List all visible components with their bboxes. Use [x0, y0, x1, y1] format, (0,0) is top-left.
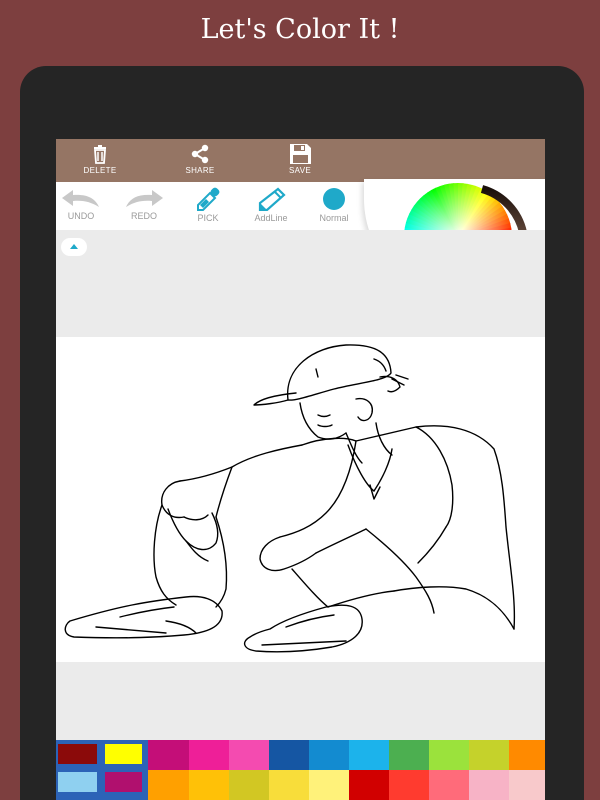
normal-button[interactable]: Normal	[306, 182, 362, 230]
share-button[interactable]: SHARE	[170, 139, 230, 182]
color-swatch[interactable]	[58, 744, 97, 764]
brush-dot-icon	[323, 188, 345, 210]
color-swatch[interactable]	[389, 740, 429, 770]
redo-button[interactable]: REDO	[116, 182, 172, 230]
color-swatch[interactable]	[148, 770, 189, 800]
undo-label: UNDO	[67, 211, 95, 221]
delete-button[interactable]: DELETE	[70, 139, 130, 182]
pencil-icon	[258, 187, 286, 211]
color-swatch[interactable]	[509, 740, 545, 770]
color-swatch[interactable]	[309, 740, 349, 770]
color-swatch[interactable]	[105, 744, 142, 764]
color-swatch[interactable]	[469, 740, 509, 770]
coloring-canvas[interactable]	[56, 337, 545, 662]
workspace-top	[56, 230, 545, 337]
pick-button[interactable]: PICK	[180, 182, 236, 230]
top-action-bar: DELETE SHARE SAVE	[56, 139, 545, 182]
color-swatch[interactable]	[509, 770, 545, 800]
undo-arrow-icon	[62, 190, 99, 207]
page-headline: Let's Color It !	[200, 14, 400, 45]
color-swatch[interactable]	[469, 770, 509, 800]
trash-icon	[94, 145, 106, 164]
redo-arrow-icon	[126, 190, 163, 207]
color-swatch[interactable]	[429, 770, 469, 800]
color-swatch[interactable]	[309, 770, 349, 800]
color-swatch[interactable]	[105, 772, 142, 792]
color-palette	[56, 740, 545, 800]
addline-button[interactable]: AddLine	[243, 182, 299, 230]
pick-label: PICK	[197, 213, 219, 223]
eyedropper-icon	[197, 187, 220, 211]
color-swatch[interactable]	[349, 740, 389, 770]
addline-label: AddLine	[254, 213, 288, 223]
color-swatch[interactable]	[229, 740, 269, 770]
delete-label: DELETE	[83, 166, 117, 175]
undo-button[interactable]: UNDO	[56, 182, 109, 230]
save-button[interactable]: SAVE	[270, 139, 330, 182]
color-swatch[interactable]	[269, 740, 309, 770]
app-screen: DELETE SHARE SAVE UNDO REDO PICK AddLine…	[56, 139, 545, 800]
color-swatch[interactable]	[269, 770, 309, 800]
color-swatch[interactable]	[429, 740, 469, 770]
line-art-sitting-man[interactable]	[56, 337, 545, 662]
save-label: SAVE	[289, 166, 311, 175]
redo-label: REDO	[130, 211, 157, 221]
color-swatch[interactable]	[189, 740, 229, 770]
share-icon	[191, 144, 209, 164]
workspace-bottom	[56, 662, 545, 740]
collapse-toolbar-button[interactable]	[61, 238, 87, 256]
chevron-up-icon	[70, 244, 78, 249]
floppy-disk-icon	[290, 144, 311, 164]
color-swatch[interactable]	[189, 770, 229, 800]
share-label: SHARE	[185, 166, 215, 175]
color-swatch[interactable]	[389, 770, 429, 800]
color-swatch[interactable]	[58, 772, 97, 792]
color-swatch[interactable]	[229, 770, 269, 800]
color-swatch[interactable]	[349, 770, 389, 800]
normal-label: Normal	[319, 213, 349, 223]
color-swatch[interactable]	[148, 740, 189, 770]
